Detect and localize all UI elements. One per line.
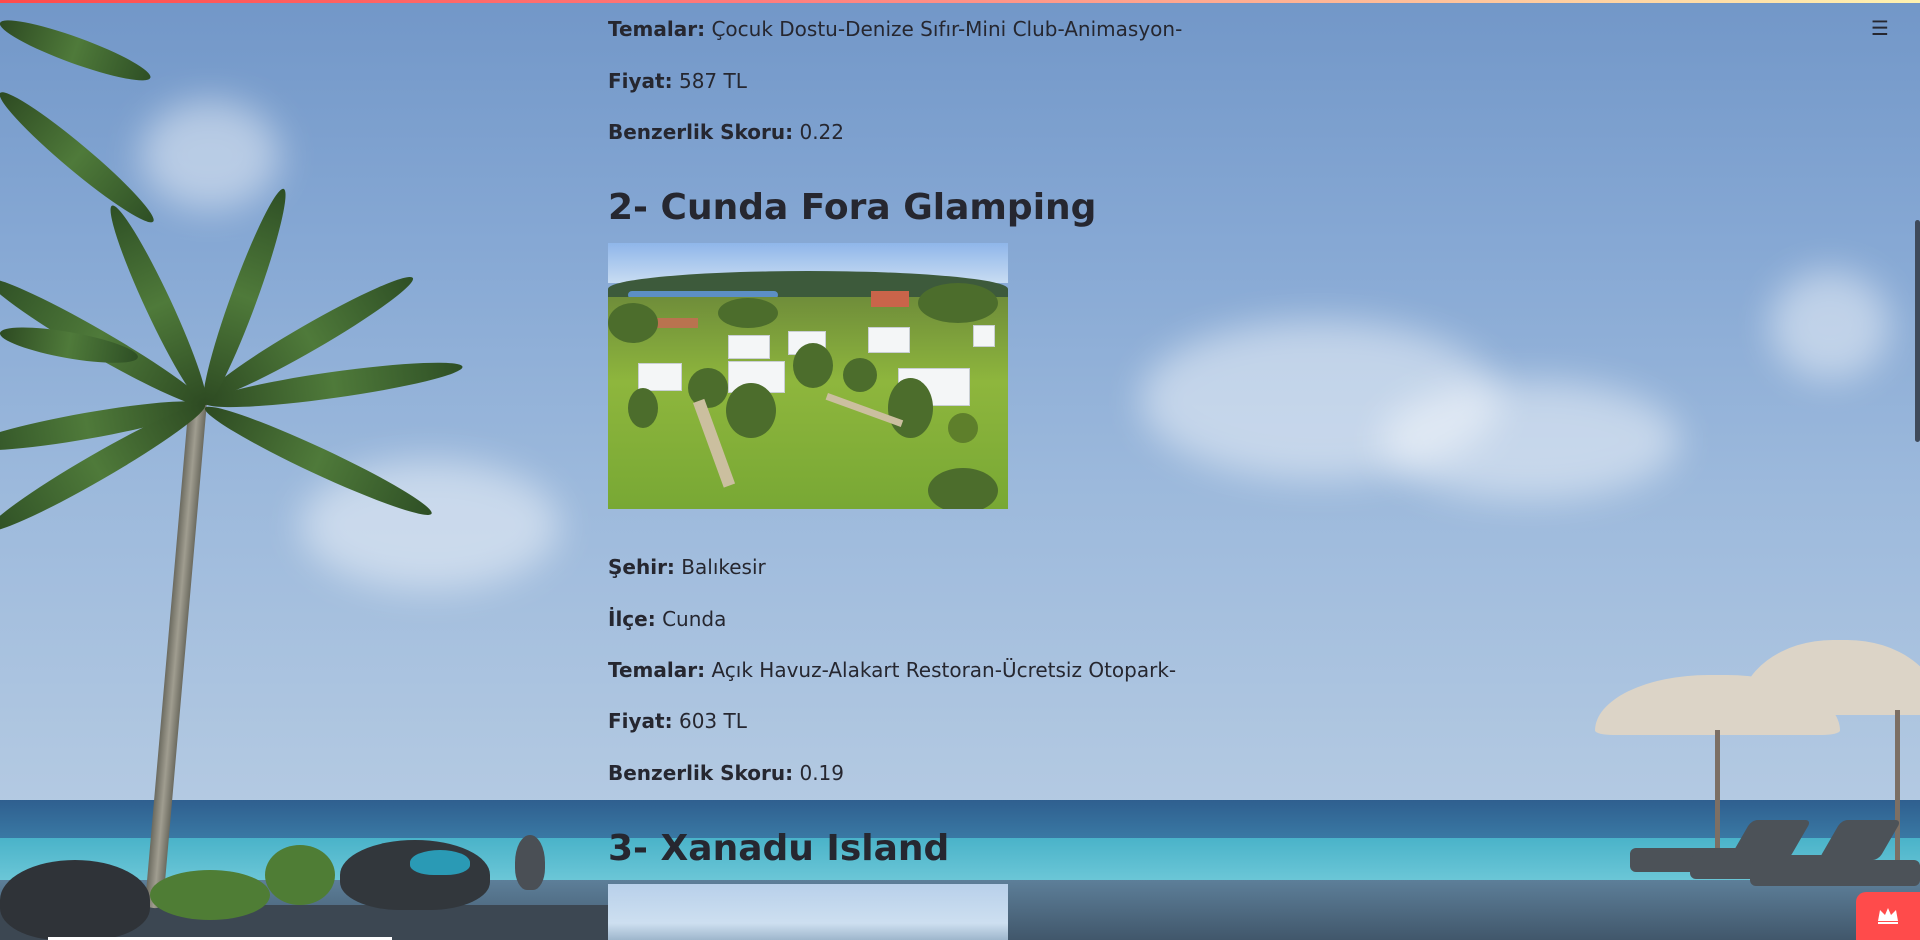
sea (0, 800, 1920, 840)
lounge-pouf (0, 860, 150, 940)
result-score: Benzerlik Skoru: 0.22 (608, 119, 844, 145)
field-value: Cunda (662, 607, 727, 631)
field-value: Çocuk Dostu-Denize Sıfır-Mini Club-Anima… (711, 17, 1183, 41)
field-label: Fiyat: (608, 709, 673, 733)
cloud (1770, 270, 1890, 380)
hamburger-menu-icon[interactable]: ☰ (1868, 16, 1892, 40)
field-label: Temalar: (608, 17, 706, 41)
cloud (140, 100, 280, 210)
hotel-title: 3- Xanadu Island (608, 828, 950, 869)
lantern (515, 835, 545, 890)
streamlit-badge[interactable] (1856, 892, 1920, 940)
result-district: İlçe: Cunda (608, 606, 726, 632)
result-city: Şehir: Balıkesir (608, 554, 766, 580)
result-score: Benzerlik Skoru: 0.19 (608, 760, 844, 786)
field-value: Açık Havuz-Alakart Restoran-Ücretsiz Oto… (711, 658, 1177, 682)
field-value: 0.22 (799, 120, 844, 144)
cloud (1380, 380, 1680, 500)
umbrella-pole (1895, 710, 1900, 870)
sun-lounger (1750, 860, 1920, 886)
field-label: Temalar: (608, 658, 706, 682)
result-themes: Temalar: Açık Havuz-Alakart Restoran-Ücr… (608, 657, 1176, 683)
field-label: Şehir: (608, 555, 675, 579)
plant (265, 845, 335, 905)
field-label: Benzerlik Skoru: (608, 761, 794, 785)
hotel-title: 2- Cunda Fora Glamping (608, 187, 1097, 228)
field-label: Benzerlik Skoru: (608, 120, 794, 144)
field-label: İlçe: (608, 607, 656, 631)
field-value: 587 TL (678, 69, 747, 93)
hotel-photo (608, 884, 1008, 940)
result-price: Fiyat: 587 TL (608, 68, 747, 94)
result-price: Fiyat: 603 TL (608, 708, 747, 734)
plant (150, 870, 270, 920)
field-value: 0.19 (799, 761, 844, 785)
field-label: Fiyat: (608, 69, 673, 93)
crown-icon (1878, 908, 1898, 924)
field-value: 603 TL (678, 709, 747, 733)
umbrella-pole (1715, 730, 1720, 850)
scrollbar-thumb[interactable] (1915, 220, 1920, 442)
cushion (410, 850, 470, 875)
result-themes: Temalar: Çocuk Dostu-Denize Sıfır-Mini C… (608, 16, 1182, 42)
top-accent-bar (0, 0, 1920, 3)
lounge-pouf (340, 840, 490, 910)
field-value: Balıkesir (681, 555, 766, 579)
hotel-photo (608, 243, 1008, 509)
